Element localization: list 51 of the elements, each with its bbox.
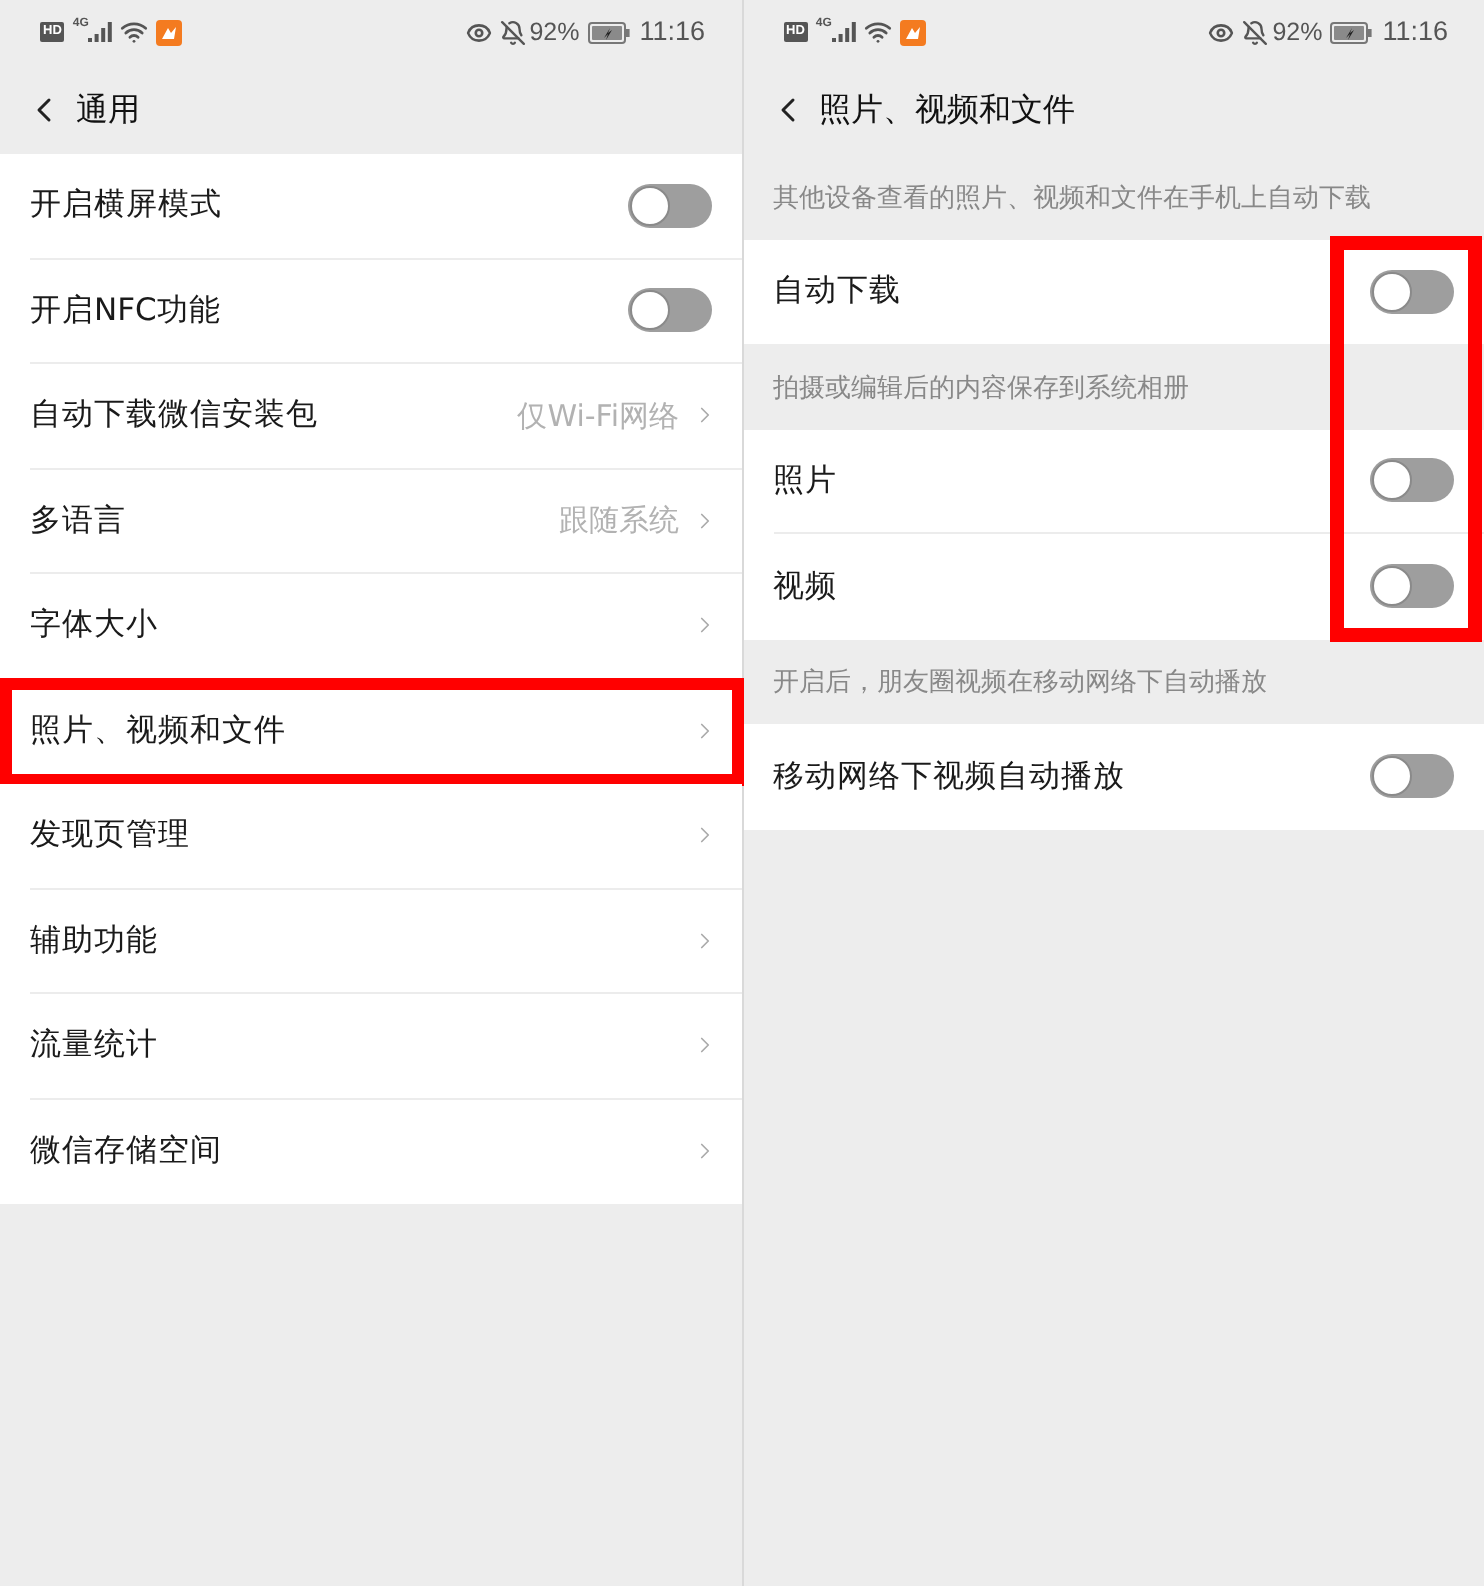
toggle-switch[interactable] xyxy=(1370,458,1454,503)
setting-label: 多语言 xyxy=(30,499,128,542)
signal-bars-icon xyxy=(88,22,113,42)
setting-value: 跟随系统 xyxy=(559,500,679,542)
toggle-switch[interactable] xyxy=(1370,269,1454,314)
setting-label: 辅助功能 xyxy=(30,919,160,962)
section-header: 开启后，朋友圈视频在移动网络下自动播放 xyxy=(773,666,1267,702)
battery-percent: 92% xyxy=(1272,19,1323,45)
setting-label: 移动网络下视频自动播放 xyxy=(773,755,1127,798)
section-header: 其他设备查看的照片、视频和文件在手机上自动下载 xyxy=(773,181,1371,217)
setting-label: 发现页管理 xyxy=(30,814,192,857)
battery-icon xyxy=(587,21,630,43)
settings-row[interactable]: 字体大小 xyxy=(0,574,741,679)
eye-icon xyxy=(1208,19,1235,45)
setting-label: 视频 xyxy=(773,565,839,608)
setting-label: 微信存储空间 xyxy=(30,1130,224,1173)
toggle-switch[interactable] xyxy=(1370,564,1454,609)
settings-row[interactable]: 微信存储空间 xyxy=(0,1099,741,1204)
wifi-icon xyxy=(120,18,149,46)
wifi-icon xyxy=(863,18,892,46)
setting-value: 仅Wi-Fi网络 xyxy=(517,395,679,437)
app-notification-icon xyxy=(899,19,926,45)
setting-label: 字体大小 xyxy=(30,604,160,647)
settings-row[interactable]: 流量统计 xyxy=(0,994,741,1099)
settings-row[interactable]: 发现页管理 xyxy=(0,784,741,889)
setting-label: 自动下载微信安装包 xyxy=(30,394,320,437)
settings-row[interactable]: 辅助功能 xyxy=(0,889,741,994)
battery-icon xyxy=(1330,21,1373,43)
settings-row[interactable]: 自动下载微信安装包 仅Wi-Fi网络 xyxy=(0,364,741,469)
setting-label: 照片、视频和文件 xyxy=(30,709,288,752)
settings-row[interactable]: 多语言 跟随系统 xyxy=(0,469,741,574)
bell-off-icon xyxy=(499,19,526,45)
toggle-switch[interactable] xyxy=(1370,754,1454,799)
setting-label: 照片 xyxy=(773,459,839,502)
setting-label: 开启NFC功能 xyxy=(30,289,223,332)
nav-title: 通用 xyxy=(76,87,140,131)
eye-icon xyxy=(465,19,492,45)
app-notification-icon xyxy=(156,19,183,45)
setting-label: 开启横屏模式 xyxy=(30,184,224,227)
clock-time: 11:16 xyxy=(1382,18,1448,46)
battery-percent: 92% xyxy=(529,19,580,45)
setting-label: 自动下载 xyxy=(773,270,903,313)
clock-time: 11:16 xyxy=(639,18,705,46)
settings-row[interactable]: 照片、视频和文件 xyxy=(0,679,741,784)
setting-label: 流量统计 xyxy=(30,1024,160,1067)
toggle-switch[interactable] xyxy=(627,288,711,333)
bell-off-icon xyxy=(1242,19,1269,45)
toggle-switch[interactable] xyxy=(627,183,711,228)
nav-title: 照片、视频和文件 xyxy=(819,87,1075,131)
section-header: 拍摄或编辑后的内容保存到系统相册 xyxy=(773,371,1189,407)
signal-bars-icon xyxy=(831,22,856,42)
